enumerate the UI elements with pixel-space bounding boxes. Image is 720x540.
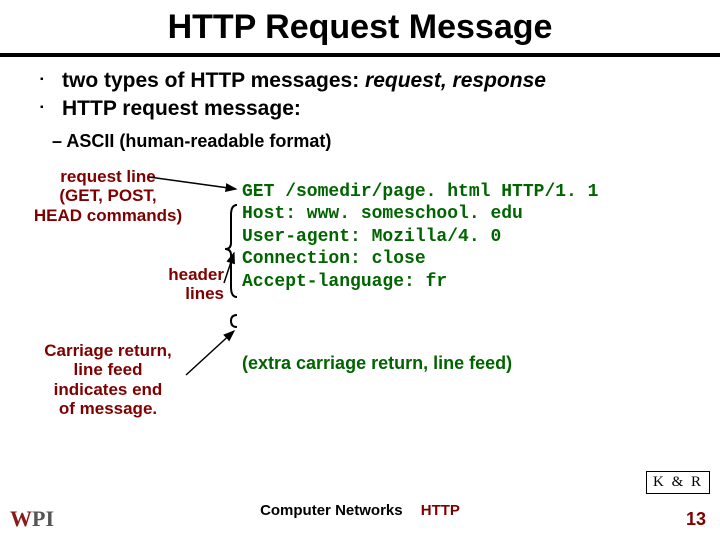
code-line-4: Connection: close (242, 249, 426, 269)
label-crlf: Carriage return, line feed indicates end… (28, 341, 188, 419)
extra-crlf-note: (extra carriage return, line feed) (242, 353, 512, 374)
footer: Computer Networks HTTP 13 (0, 502, 720, 530)
title-underline (0, 53, 720, 57)
http-code-block: GET /somedir/page. html HTTP/1. 1 Host: … (242, 181, 598, 294)
bullet-1-text: two types of HTTP messages: (62, 69, 365, 92)
content-area: two types of HTTP messages: request, res… (0, 67, 720, 463)
sub-bullet-list: ASCII (human-readable format) (52, 128, 702, 155)
code-line-1: GET /somedir/page. html HTTP/1. 1 (242, 182, 598, 202)
http-diagram: request line (GET, POST, HEAD commands) … (24, 163, 702, 463)
bullet-1: two types of HTTP messages: request, res… (48, 67, 702, 95)
bullet-1-emph: request, response (365, 69, 546, 92)
sub-bullet-1: ASCII (human-readable format) (52, 128, 702, 155)
code-line-3: User-agent: Mozilla/4. 0 (242, 227, 501, 247)
label-header-lines: header lines (144, 265, 224, 304)
slide-title: HTTP Request Message (0, 0, 720, 53)
footer-center: Computer Networks HTTP (0, 502, 720, 519)
label-request-line: request line (GET, POST, HEAD commands) (28, 167, 188, 226)
footer-page-number: 13 (686, 509, 706, 530)
code-line-5: Accept-language: fr (242, 272, 447, 292)
footer-topic: HTTP (421, 502, 460, 519)
bullet-list: two types of HTTP messages: request, res… (24, 67, 702, 124)
kr-badge: K & R (646, 471, 710, 494)
code-line-2: Host: www. someschool. edu (242, 204, 523, 224)
footer-course: Computer Networks (260, 502, 403, 519)
bullet-2: HTTP request message: (48, 95, 702, 123)
